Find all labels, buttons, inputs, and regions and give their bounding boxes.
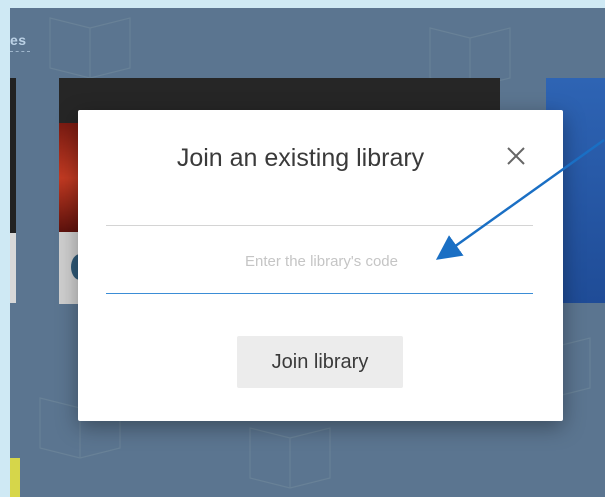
- join-library-button[interactable]: Join library: [237, 336, 403, 388]
- close-icon: [507, 147, 525, 165]
- library-card-left[interactable]: [10, 78, 16, 303]
- library-card-bottom-left[interactable]: [10, 458, 20, 497]
- nav-tab-label[interactable]: es: [10, 32, 27, 48]
- dialog-title: Join an existing library: [176, 144, 425, 172]
- book-cover-image: [59, 123, 79, 233]
- input-focus-underline: [106, 293, 533, 294]
- dialog-title-row: Join an existing library: [78, 144, 563, 173]
- join-library-dialog: Join an existing library Join library: [78, 110, 563, 421]
- close-button[interactable]: [503, 143, 529, 169]
- library-card-left-footer: [10, 233, 16, 303]
- dialog-divider: [106, 225, 533, 226]
- nav-tab-underline: [10, 51, 30, 52]
- library-code-input[interactable]: [106, 240, 537, 282]
